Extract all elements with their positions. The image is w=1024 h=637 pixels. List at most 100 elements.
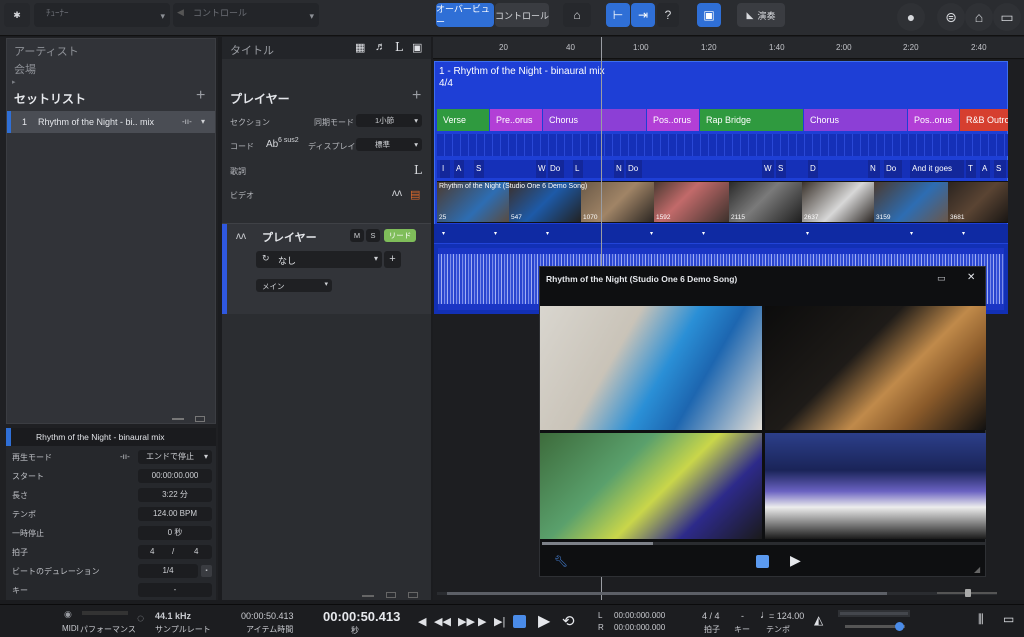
meter-value[interactable]: 4 / 4 bbox=[702, 611, 720, 621]
lyrics-icon[interactable]: L bbox=[395, 40, 403, 54]
close-button[interactable]: ✕ bbox=[967, 272, 975, 283]
tempo-value[interactable]: = 124.00 bbox=[769, 611, 804, 621]
lyric-event[interactable]: S bbox=[776, 160, 786, 178]
loop-icon[interactable]: ⟲ bbox=[562, 612, 575, 630]
play-button[interactable]: ▶ bbox=[538, 611, 550, 631]
zoom-slider[interactable] bbox=[937, 589, 997, 597]
section-prechorus[interactable]: Pre..orus bbox=[490, 109, 542, 131]
chevron-down-icon[interactable]: ▾ bbox=[201, 117, 205, 126]
tuner-dropdown[interactable]: ﾁｭｰﾅｰ ▾ bbox=[34, 3, 170, 27]
pause-field[interactable]: 0 秒 bbox=[138, 526, 212, 540]
lyric-event[interactable]: S bbox=[474, 160, 484, 178]
loop-right-time[interactable]: 00:00:000.000 bbox=[614, 623, 665, 632]
output-select[interactable]: メイン ▾ bbox=[256, 279, 332, 292]
grid-icon[interactable]: ▦ bbox=[355, 41, 365, 54]
control-button[interactable]: コントロール bbox=[495, 3, 549, 27]
preset-select[interactable]: ↻ なし ▾ bbox=[256, 251, 382, 268]
lead-button[interactable]: リード bbox=[384, 229, 416, 242]
overview-button[interactable]: オーバービュー bbox=[436, 3, 494, 27]
lyric-event[interactable]: L bbox=[573, 160, 583, 178]
expand-panel-icon[interactable] bbox=[408, 592, 418, 598]
expand-icon[interactable]: ▸ bbox=[12, 78, 16, 86]
beat-duration-field[interactable]: 1/4 bbox=[138, 564, 198, 578]
tempo-field[interactable]: 124.00 BPM bbox=[138, 507, 212, 521]
lyric-event[interactable]: N bbox=[614, 160, 624, 178]
previous-marker-icon[interactable]: ◀ bbox=[418, 615, 426, 628]
sync-mode-select[interactable]: 1小節 ▾ bbox=[356, 114, 422, 127]
mute-button[interactable]: M bbox=[350, 229, 364, 242]
time-signature-field[interactable]: 4 / 4 bbox=[138, 545, 212, 559]
help-button[interactable]: ? bbox=[657, 3, 679, 27]
lyric-event[interactable]: Do bbox=[626, 160, 642, 178]
fast-forward-icon[interactable]: ▶▶ bbox=[458, 615, 475, 628]
add-song-icon[interactable]: + bbox=[196, 87, 205, 105]
sidebar-toggle-icon[interactable]: ▭ bbox=[1003, 612, 1014, 626]
setlist-item[interactable]: 1 Rhythm of the Night - bi.. mix -ıı- ▾ bbox=[7, 111, 215, 133]
timeline-ruler[interactable]: 20 40 1:00 1:20 1:40 2:00 2:20 2:40 bbox=[433, 37, 1024, 59]
add-track-icon[interactable]: + bbox=[412, 87, 421, 105]
sync-icon[interactable]: ⊜ bbox=[937, 3, 965, 31]
chord-icon[interactable]: ♬ bbox=[375, 41, 386, 53]
volume-slider[interactable] bbox=[845, 622, 905, 631]
track-name[interactable]: プレイヤー bbox=[262, 229, 317, 245]
beat-duration-toggle[interactable]: ▪ bbox=[201, 565, 212, 577]
minus-icon[interactable] bbox=[362, 595, 374, 597]
length-field[interactable]: 3:22 分 bbox=[138, 488, 212, 502]
video-icon[interactable]: ▣ bbox=[697, 3, 721, 27]
home-icon[interactable]: ⌂ bbox=[965, 3, 993, 31]
picture-in-picture-icon[interactable]: ▭ bbox=[937, 273, 946, 284]
key-value[interactable]: - bbox=[741, 611, 744, 621]
lyric-event[interactable]: I bbox=[440, 160, 450, 178]
scrollbar-thumb[interactable] bbox=[447, 592, 887, 595]
stop-button[interactable] bbox=[513, 615, 526, 628]
video-track-icon[interactable]: ▣ bbox=[412, 41, 422, 54]
display-select[interactable]: 標準 ▾ bbox=[356, 138, 422, 151]
lyric-event[interactable]: D bbox=[808, 160, 818, 178]
section-outro[interactable]: R&B Outro bbox=[960, 109, 1008, 131]
resize-handle-icon[interactable]: ◢ bbox=[974, 565, 980, 574]
wrench-icon[interactable]: 🔧︎ bbox=[554, 555, 568, 568]
play-button[interactable]: ▶ bbox=[790, 552, 801, 569]
lyric-event[interactable]: T bbox=[966, 160, 976, 178]
section-postchorus[interactable]: Pos..orus bbox=[908, 109, 959, 131]
volume-thumb[interactable] bbox=[895, 622, 904, 631]
lyric-event[interactable]: S bbox=[994, 160, 1006, 178]
tempo-tool-icon[interactable]: ⌂ bbox=[563, 3, 591, 27]
chord-lane[interactable] bbox=[437, 134, 1008, 156]
play-mode-select[interactable]: エンドで停止 bbox=[138, 450, 212, 464]
expand-panel-icon[interactable] bbox=[195, 416, 205, 422]
next-marker-icon[interactable]: ▶ bbox=[478, 615, 486, 628]
horizontal-scrollbar[interactable] bbox=[437, 592, 997, 595]
lyric-event[interactable]: W bbox=[536, 160, 546, 178]
lyric-event[interactable]: N bbox=[868, 160, 880, 178]
rewind-icon[interactable]: ◀◀ bbox=[434, 615, 451, 628]
skip-end-icon[interactable]: ▶| bbox=[494, 615, 505, 628]
solo-button[interactable]: S bbox=[366, 229, 380, 242]
user-icon[interactable]: ● bbox=[897, 3, 925, 31]
mixer-icon[interactable]: ⫼ bbox=[978, 612, 984, 627]
lyric-event[interactable]: A bbox=[454, 160, 464, 178]
lyric-event[interactable]: Do bbox=[884, 160, 902, 178]
section-postchorus[interactable]: Pos..orus bbox=[647, 109, 699, 131]
control-dropdown[interactable]: ◀ コントロール ▾ bbox=[173, 3, 319, 27]
section-chorus[interactable]: Chorus bbox=[804, 109, 907, 131]
zoom-thumb[interactable] bbox=[965, 589, 971, 597]
film-icon[interactable]: ▤ bbox=[410, 188, 420, 201]
expand-panel-icon[interactable] bbox=[386, 592, 396, 598]
stop-button[interactable] bbox=[756, 555, 769, 568]
lyric-event[interactable]: Do bbox=[548, 160, 564, 178]
video-progress-track[interactable] bbox=[542, 542, 985, 545]
section-rap-bridge[interactable]: Rap Bridge bbox=[700, 109, 803, 131]
section-chorus[interactable]: Chorus bbox=[543, 109, 646, 131]
player-track-header[interactable]: ʌʌ プレイヤー M S リード ↻ なし ▾ + メイン ▾ bbox=[222, 223, 431, 314]
lyric-event[interactable]: W bbox=[762, 160, 774, 178]
section-verse[interactable]: Verse bbox=[437, 109, 489, 131]
metronome-icon[interactable]: ◭ bbox=[814, 613, 823, 627]
loop-start-icon[interactable]: ⊢ bbox=[606, 3, 630, 27]
lyric-event[interactable]: And it goes bbox=[910, 160, 964, 178]
window-icon[interactable]: ▭ bbox=[993, 3, 1021, 31]
follow-icon[interactable]: ⇥ bbox=[631, 3, 655, 27]
waveform-icon[interactable]: ʌʌ bbox=[392, 188, 402, 199]
add-preset-icon[interactable]: + bbox=[384, 251, 401, 268]
lyric-event[interactable]: A bbox=[980, 160, 990, 178]
